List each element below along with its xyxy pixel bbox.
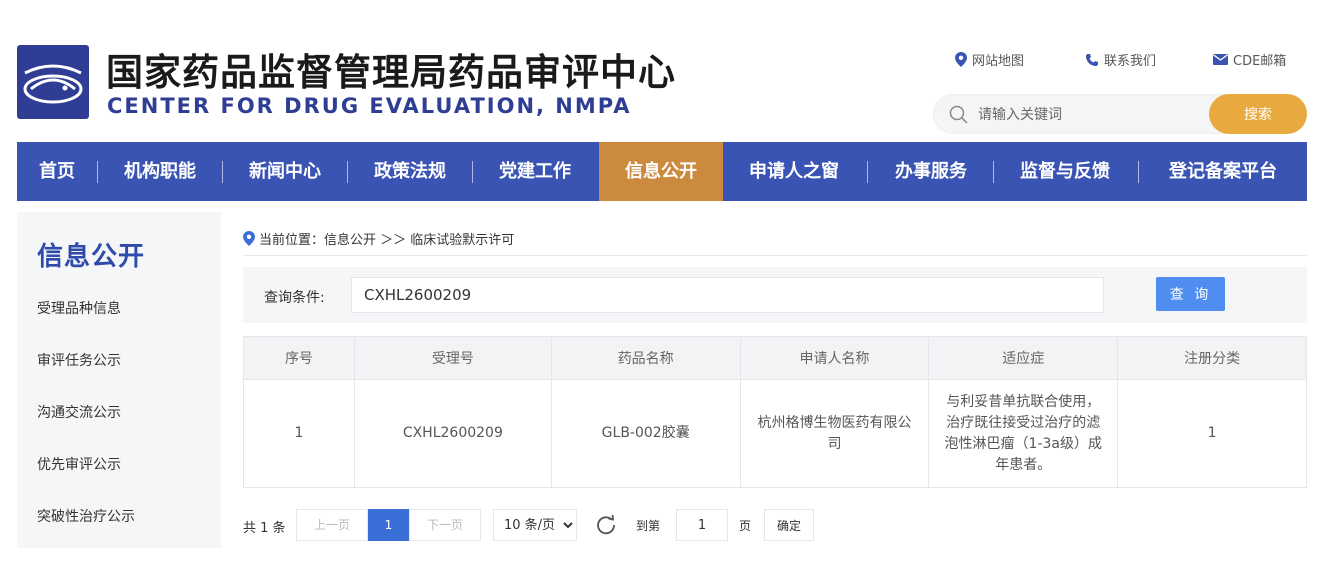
goto-label: 到第	[636, 519, 661, 533]
breadcrumb: 当前位置：信息公开 ＞＞ 临床试验默示许可	[243, 229, 514, 248]
search-input[interactable]	[978, 103, 1198, 127]
nav-item-supervision[interactable]: 监督与反馈	[994, 142, 1136, 201]
cell-indication: 与利妥昔单抗联合使用，治疗既往接受过治疗的滤泡性淋巴瘤（1-3a级）成年患者。	[928, 379, 1119, 488]
prev-page-button[interactable]: 上一页	[296, 509, 368, 541]
nav-item-home[interactable]: 首页	[17, 142, 97, 201]
next-page-button[interactable]: 下一页	[409, 509, 481, 541]
col-header-index: 序号	[243, 336, 355, 380]
cell-acceptance-no[interactable]: CXHL2600209	[353, 379, 552, 488]
fish-logo-icon	[23, 64, 83, 104]
nav-item-registration[interactable]: 登记备案平台	[1139, 142, 1307, 201]
query-bar: 查询条件: 查 询	[243, 267, 1307, 323]
nav-divider	[867, 161, 868, 183]
sitemap-link-label: 网站地图	[972, 54, 1025, 69]
nav-item-news[interactable]: 新闻中心	[223, 142, 347, 201]
location-pin-icon	[955, 52, 967, 67]
site-search: 搜索	[933, 94, 1307, 134]
nav-item-party[interactable]: 党建工作	[473, 142, 597, 201]
nav-item-info-disclosure[interactable]: 信息公开	[599, 142, 723, 201]
site-header: 国家药品监督管理局药品审评中心 CENTER FOR DRUG EVALUATI…	[0, 0, 1336, 142]
nav-item-functions[interactable]: 机构职能	[98, 142, 222, 201]
table-header-row: 序号 受理号 药品名称 申请人名称 适应症 注册分类	[243, 336, 1307, 380]
search-icon	[949, 105, 968, 124]
site-title-en: CENTER FOR DRUG EVALUATION, NMPA	[107, 94, 632, 118]
breadcrumb-text: 当前位置：信息公开 ＞＞ 临床试验默示许可	[259, 233, 515, 248]
goto-page-input[interactable]	[676, 509, 728, 541]
refresh-icon[interactable]	[595, 514, 617, 536]
cell-registration-class: 1	[1117, 379, 1307, 488]
sidebar-item-breakthrough[interactable]: 突破性治疗公示	[37, 506, 135, 526]
col-header-registration-class: 注册分类	[1117, 336, 1307, 380]
page-size-select[interactable]: 10 条/页	[493, 509, 577, 541]
sidebar-item-accepted[interactable]: 受理品种信息	[37, 298, 121, 318]
sidebar-item-communication[interactable]: 沟通交流公示	[37, 402, 121, 422]
col-header-drug-name: 药品名称	[550, 336, 741, 380]
col-header-acceptance-no: 受理号	[353, 336, 552, 380]
sidebar-item-priority[interactable]: 优先审评公示	[37, 454, 121, 474]
location-pin-icon	[243, 231, 255, 246]
breadcrumb-divider	[243, 255, 1307, 256]
col-header-indication: 适应症	[928, 336, 1119, 380]
sidebar-item-review-tasks[interactable]: 审评任务公示	[37, 350, 121, 370]
goto-confirm-button[interactable]: 确定	[764, 509, 814, 541]
page-unit-label: 页	[739, 519, 752, 533]
mail-link[interactable]: CDE邮箱	[1213, 50, 1286, 69]
nav-item-policy[interactable]: 政策法规	[348, 142, 472, 201]
mail-link-label: CDE邮箱	[1233, 54, 1287, 69]
cell-drug-name: GLB-002胶囊	[550, 379, 741, 488]
contact-link-label: 联系我们	[1104, 54, 1157, 69]
cell-applicant: 杭州格博生物医药有限公司	[739, 379, 930, 488]
main-nav: 首页 机构职能 新闻中心 政策法规 党建工作 信息公开 申请人之窗 办事服务 监…	[17, 142, 1307, 201]
contact-link[interactable]: 联系我们	[1085, 50, 1156, 69]
current-page-button[interactable]: 1	[368, 509, 409, 541]
cell-index: 1	[243, 379, 355, 488]
query-label: 查询条件:	[264, 290, 325, 306]
col-header-applicant: 申请人名称	[739, 336, 930, 380]
query-input[interactable]	[351, 277, 1104, 313]
site-title-cn: 国家药品监督管理局药品审评中心	[106, 51, 676, 94]
mail-icon	[1213, 54, 1228, 65]
sitemap-link[interactable]: 网站地图	[955, 50, 1024, 69]
cde-logo[interactable]	[17, 45, 89, 119]
nav-item-services[interactable]: 办事服务	[869, 142, 993, 201]
query-button[interactable]: 查 询	[1156, 277, 1225, 311]
nav-item-applicant[interactable]: 申请人之窗	[725, 142, 863, 201]
sidebar-title: 信息公开	[37, 242, 146, 272]
search-button[interactable]: 搜索	[1209, 94, 1307, 134]
pagination-total: 共 1 条	[243, 521, 286, 536]
sidebar: 信息公开 受理品种信息 审评任务公示 沟通交流公示 优先审评公示 突破性治疗公示	[17, 212, 221, 548]
phone-icon	[1086, 53, 1098, 66]
table-row: 1 CXHL2600209 GLB-002胶囊 杭州格博生物医药有限公司 与利妥…	[243, 379, 1307, 488]
results-table: 序号 受理号 药品名称 申请人名称 适应症 注册分类 1 CXHL2600209…	[243, 336, 1307, 488]
